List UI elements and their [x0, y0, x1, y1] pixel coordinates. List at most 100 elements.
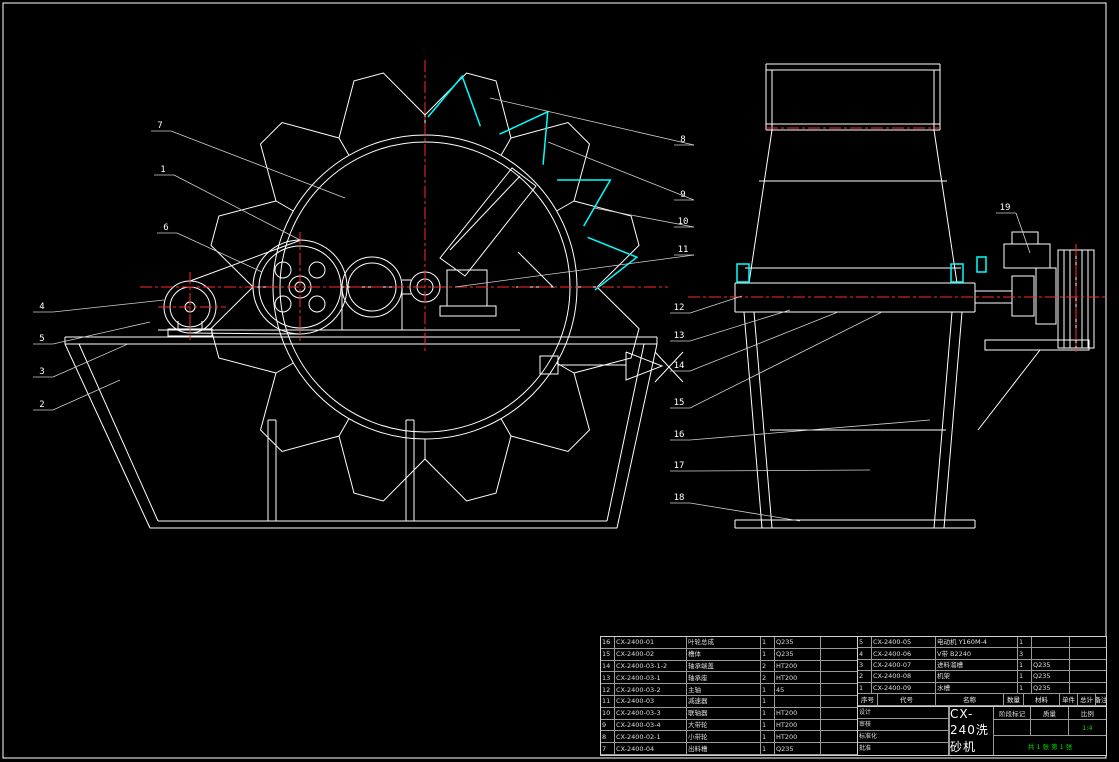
drawing-title: CX-240洗砂机: [950, 707, 994, 755]
bom-header-cell: 总计: [1078, 694, 1096, 706]
bom-cell: HT200: [775, 720, 821, 732]
bom-cell: [1070, 683, 1106, 694]
title-block-right: 阶段标记 质量 比例 1:4 共 1 张 第 1 张: [994, 707, 1106, 755]
bom-cell: [821, 649, 857, 661]
signature-label: 标准化: [858, 731, 949, 743]
stage-label: 阶段标记: [994, 707, 1031, 719]
bom-cell: CX-2400-08: [872, 671, 936, 682]
bom-cell: 2: [858, 671, 872, 682]
bom-cell: HT200: [775, 672, 821, 684]
bom-cell: CX-2400-02: [615, 649, 687, 661]
bom-cell: 1: [858, 683, 872, 694]
wheel-spoke: [339, 138, 349, 155]
bom-cell: 11: [601, 696, 615, 708]
wheel-spoke: [276, 201, 293, 211]
cyan-bucket-highlight: [428, 76, 480, 126]
title-block-labels: 阶段标记 质量 比例: [994, 707, 1106, 720]
bom-cell: 45: [775, 684, 821, 696]
bom-header-cell: 名称: [936, 694, 1004, 706]
callout-number: 8: [680, 135, 685, 145]
callout-18: 18: [670, 493, 800, 521]
bom-cell: 小带轮: [687, 731, 761, 743]
bom-cell: HT200: [775, 661, 821, 673]
belt-top: [190, 240, 301, 281]
callout-number: 18: [674, 493, 685, 503]
parts-row: 5CX-2400-05电动机 Y160M-41: [858, 637, 1106, 648]
callout-number: 11: [678, 245, 689, 255]
bom-cell: 减速器: [687, 696, 761, 708]
bom-header-cell: 备注: [1096, 694, 1106, 706]
signature-cells: 设计审核标准化批准: [858, 707, 950, 755]
bom-cell: [821, 720, 857, 732]
bom-cell: 轴承座: [687, 672, 761, 684]
brace: [978, 350, 1040, 430]
trough-section: [735, 257, 986, 312]
parts-table-header: 序号代号名称数量材料单件总计备注: [858, 694, 1106, 706]
bom-cell: 5: [858, 637, 872, 648]
callout-number: 3: [39, 367, 44, 377]
bom-cell: 4: [858, 648, 872, 659]
callout-number: 5: [39, 334, 44, 344]
callout-number: 17: [674, 461, 685, 471]
bom-cell: Q235: [775, 637, 821, 649]
bom-cell: [1070, 660, 1106, 671]
bom-cell: Q235: [775, 743, 821, 755]
bom-cell: 1: [761, 684, 775, 696]
drive-train: [158, 240, 520, 336]
bom-cell: 主轴: [687, 684, 761, 696]
bom-cell: [821, 743, 857, 755]
bom-cell: 15: [601, 649, 615, 661]
bom-cell: 2: [761, 672, 775, 684]
parts-row: 14CX-2400-03-1-2轴承端盖2HT200: [601, 661, 857, 673]
bom-cell: 1: [761, 696, 775, 708]
scale-label: 比例: [1069, 707, 1106, 719]
wheel-spoke: [557, 201, 574, 211]
stage-value: [994, 720, 1031, 735]
parts-row: 10CX-2400-03-3联轴器1HT200: [601, 708, 857, 720]
support-frame: [735, 312, 975, 528]
bom-cell: CX-2400-03-4: [615, 720, 687, 732]
bom-cell: 1: [761, 743, 775, 755]
bom-cell: CX-2400-03-3: [615, 708, 687, 720]
bom-cell: 3: [1018, 648, 1032, 659]
bom-cell: 轴承端盖: [687, 661, 761, 673]
bom-cell: 1: [761, 637, 775, 649]
bom-cell: [821, 672, 857, 684]
bom-cell: [821, 684, 857, 696]
bom-cell: 9: [601, 720, 615, 732]
bom-cell: 1: [761, 720, 775, 732]
parts-table-left: 16CX-2400-01叶轮总成1Q23515CX-2400-02槽体1Q235…: [600, 636, 858, 756]
callout-13: 13: [670, 310, 790, 341]
bom-cell: 12: [601, 684, 615, 696]
callout-10: 10: [594, 208, 694, 227]
wheel-spoke: [501, 419, 511, 436]
callout-19: 19: [996, 203, 1030, 253]
weight-value: [1031, 720, 1068, 735]
bom-cell: [1070, 671, 1106, 682]
bom-cell: CX-2400-02-1: [615, 731, 687, 743]
bom-cell: 机架: [936, 671, 1018, 682]
bom-cell: 联轴器: [687, 708, 761, 720]
bom-cell: [1070, 637, 1106, 648]
sheet-info: 共 1 张 第 1 张: [994, 736, 1106, 755]
callout-number: 6: [163, 223, 168, 233]
side-view: [735, 64, 1094, 528]
parts-row: 13CX-2400-03-1轴承座2HT200: [601, 672, 857, 684]
bom-cell: [821, 708, 857, 720]
bom-cell: [821, 731, 857, 743]
feed-chute: [440, 168, 553, 287]
bom-cell: [821, 696, 857, 708]
bom-cell: [821, 661, 857, 673]
cad-sheet: 71645328910111213141516171819 16CX-2400-…: [0, 0, 1119, 762]
parts-row: 4CX-2400-06V带 B22403: [858, 648, 1106, 659]
bom-cell: CX-2400-03-2: [615, 684, 687, 696]
callout-number: 14: [674, 361, 685, 371]
bom-cell: 3: [858, 660, 872, 671]
callout-number: 7: [157, 121, 162, 131]
bom-cell: CX-2400-06: [872, 648, 936, 659]
discharge-marks: [540, 352, 683, 382]
callout-12: 12: [670, 296, 742, 313]
bom-cell: Q235: [1032, 683, 1070, 694]
callout-number: 15: [674, 398, 685, 408]
cyan-bucket-highlight: [500, 112, 548, 165]
